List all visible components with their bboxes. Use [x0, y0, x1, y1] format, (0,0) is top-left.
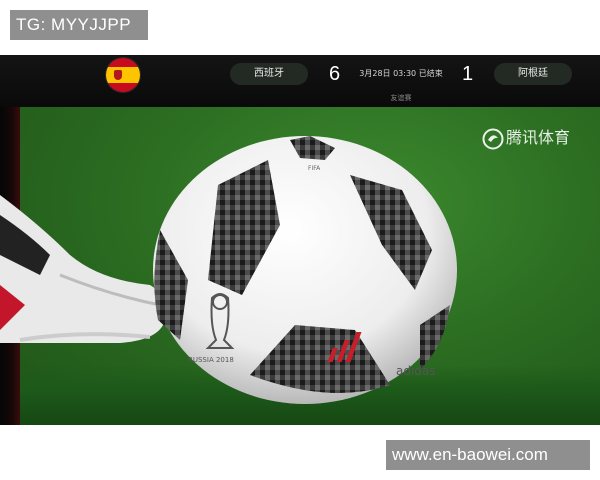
soccer-ball: RUSSIA 2018 adidas FIFA [153, 136, 457, 404]
home-team-label[interactable]: 西班牙 [230, 63, 308, 85]
scoreboard-bar: 西班牙 6 3月28日 03:30 已结束 1 阿根廷 友谊赛 [0, 55, 600, 107]
svg-text:adidas: adidas [396, 364, 436, 378]
flag-emblem [114, 70, 122, 80]
svg-text:RUSSIA 2018: RUSSIA 2018 [188, 356, 234, 364]
tencent-sports-watermark: 腾讯体育 [506, 128, 571, 147]
svg-text:FIFA: FIFA [308, 165, 321, 172]
away-score: 1 [462, 63, 474, 85]
video-player[interactable]: 西班牙 6 3月28日 03:30 已结束 1 阿根廷 友谊赛 腾讯体育 RUS… [0, 55, 600, 425]
site-url-label: www.en-baowei.com [386, 440, 590, 470]
player-boot [0, 195, 166, 343]
match-time: 3月28日 03:30 已结束 [359, 69, 443, 78]
spain-flag-icon [106, 58, 140, 92]
away-team-label[interactable]: 阿根廷 [494, 63, 572, 85]
page: TG: MYYJJPP 西班牙 6 3月28日 03:30 已结束 1 阿根廷 … [0, 0, 600, 480]
tg-contact-label: TG: MYYJJPP [10, 10, 148, 40]
match-type: 友谊赛 [390, 94, 412, 102]
home-score: 6 [329, 63, 341, 85]
tencent-sports-logo-icon [482, 128, 504, 150]
